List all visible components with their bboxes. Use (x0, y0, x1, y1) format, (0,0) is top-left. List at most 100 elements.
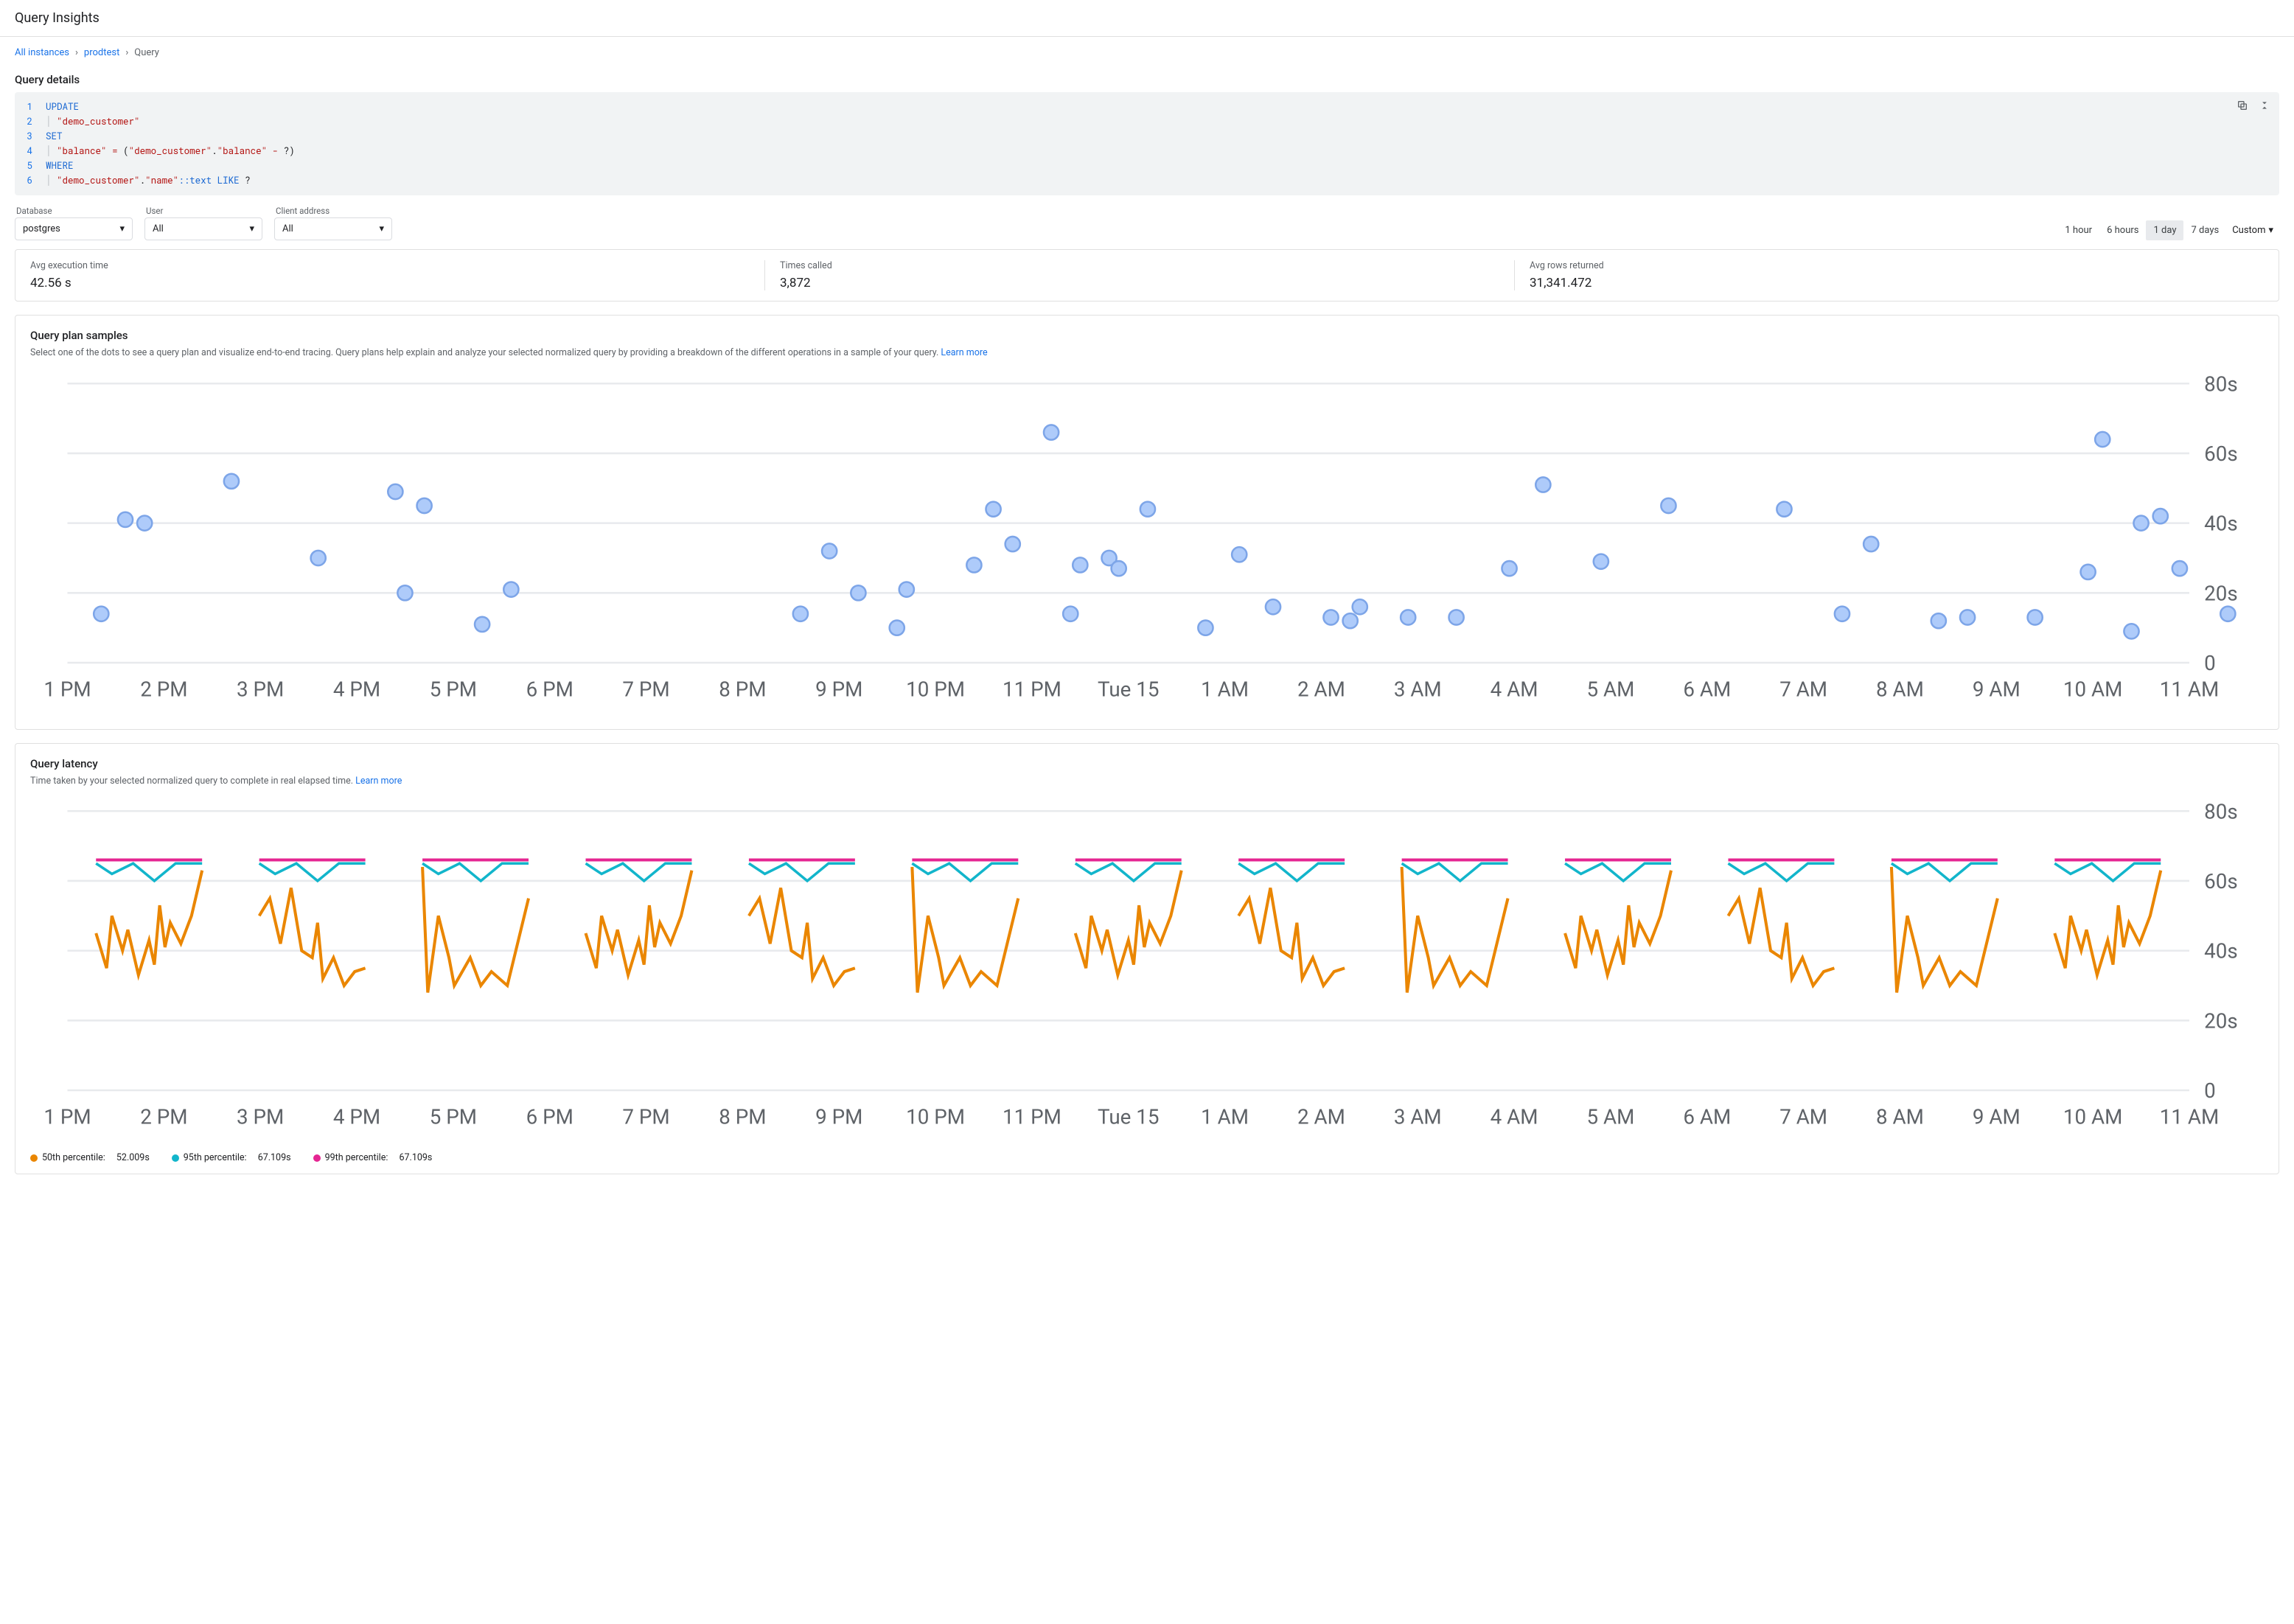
svg-text:8 PM: 8 PM (719, 677, 766, 701)
svg-text:8 PM: 8 PM (719, 1105, 766, 1129)
sample-point[interactable] (2153, 509, 2168, 523)
query-latency-card: Query latency Time taken by your selecte… (15, 743, 2279, 1175)
svg-text:10 PM: 10 PM (906, 1105, 965, 1129)
sample-point[interactable] (118, 512, 133, 527)
time-tab-1-hour[interactable]: 1 hour (2057, 220, 2099, 240)
samples-learn-more-link[interactable]: Learn more (941, 347, 987, 358)
sample-point[interactable] (1112, 561, 1126, 576)
time-tab-6-hours[interactable]: 6 hours (2099, 220, 2146, 240)
sample-point[interactable] (224, 473, 239, 488)
sample-point[interactable] (417, 498, 432, 513)
sample-point[interactable] (2220, 606, 2235, 621)
sample-point[interactable] (2133, 515, 2148, 530)
copy-icon[interactable] (2235, 98, 2250, 113)
sample-point[interactable] (1140, 501, 1155, 516)
sample-point[interactable] (503, 582, 518, 596)
sample-point[interactable] (1960, 610, 1975, 624)
svg-text:60s: 60s (2204, 442, 2238, 466)
user-select[interactable]: All▾ (144, 217, 262, 240)
svg-text:4 AM: 4 AM (1491, 1105, 1538, 1129)
svg-text:10 AM: 10 AM (2063, 1105, 2122, 1129)
sample-point[interactable] (1005, 537, 1020, 551)
sample-point[interactable] (1073, 557, 1087, 572)
sample-point[interactable] (311, 551, 326, 565)
sample-point[interactable] (890, 620, 904, 635)
svg-text:60s: 60s (2204, 869, 2238, 893)
svg-text:Tue 15: Tue 15 (1098, 677, 1159, 701)
latency-desc: Time taken by your selected normalized q… (30, 775, 2264, 789)
svg-text:11 PM: 11 PM (1003, 1105, 1061, 1129)
time-tab-custom[interactable]: Custom ▾ (2226, 220, 2279, 240)
client-select[interactable]: All▾ (274, 217, 392, 240)
sample-point[interactable] (1044, 425, 1059, 439)
sample-point[interactable] (1198, 620, 1213, 635)
sample-point[interactable] (1063, 606, 1078, 621)
sample-point[interactable] (1835, 606, 1850, 621)
svg-text:11 AM: 11 AM (2160, 1105, 2219, 1129)
samples-scatter-chart[interactable]: 020s40s60s80s1 PM2 PM3 PM4 PM5 PM6 PM7 P… (30, 365, 2264, 719)
sample-point[interactable] (2028, 610, 2043, 624)
sample-point[interactable] (1401, 610, 1415, 624)
sample-point[interactable] (1594, 554, 1608, 568)
time-tab-1-day[interactable]: 1 day (2146, 220, 2183, 240)
breadcrumb-instance[interactable]: prodtest (84, 47, 119, 58)
summary-stats: Avg execution time 42.56 s Times called … (15, 249, 2279, 302)
svg-text:6 PM: 6 PM (526, 677, 574, 701)
query-plan-samples-card: Query plan samples Select one of the dot… (15, 315, 2279, 730)
breadcrumb-all-instances[interactable]: All instances (15, 47, 69, 58)
sample-point[interactable] (1266, 599, 1280, 614)
svg-text:80s: 80s (2204, 372, 2238, 396)
samples-title: Query plan samples (30, 329, 2264, 342)
sample-point[interactable] (388, 484, 402, 499)
svg-text:5 AM: 5 AM (1587, 1105, 1635, 1129)
avg-rows-value: 31,341.472 (1530, 276, 2249, 290)
sample-point[interactable] (397, 585, 412, 600)
sample-point[interactable] (2124, 624, 2138, 638)
svg-text:40s: 40s (2204, 939, 2238, 963)
sample-point[interactable] (2095, 432, 2110, 447)
sample-point[interactable] (1931, 613, 1946, 628)
sample-point[interactable] (1864, 537, 1878, 551)
svg-text:6 AM: 6 AM (1683, 1105, 1731, 1129)
sample-point[interactable] (1449, 610, 1464, 624)
sample-point[interactable] (1777, 501, 1791, 516)
sql-code-block: 1UPDATE2│ "demo_customer"3SET4│ "balance… (15, 92, 2279, 195)
svg-text:3 PM: 3 PM (237, 677, 284, 701)
sample-point[interactable] (94, 606, 108, 621)
latency-line-chart[interactable]: 020s40s60s80s1 PM2 PM3 PM4 PM5 PM6 PM7 P… (30, 792, 2264, 1146)
times-called-value: 3,872 (780, 276, 1499, 290)
svg-text:9 AM: 9 AM (1973, 677, 2021, 701)
sample-point[interactable] (137, 515, 152, 530)
svg-text:7 PM: 7 PM (622, 1105, 669, 1129)
svg-text:7 AM: 7 AM (1779, 677, 1827, 701)
query-details-title: Query details (15, 63, 2279, 92)
sample-point[interactable] (1502, 561, 1516, 576)
svg-text:4 PM: 4 PM (333, 677, 380, 701)
sample-point[interactable] (899, 582, 914, 596)
sample-point[interactable] (1535, 477, 1550, 492)
database-select[interactable]: postgres▾ (15, 217, 133, 240)
latency-learn-more-link[interactable]: Learn more (355, 776, 402, 787)
sample-point[interactable] (793, 606, 808, 621)
time-tab-7-days[interactable]: 7 days (2183, 220, 2226, 240)
latency-title: Query latency (30, 757, 2264, 770)
client-label: Client address (274, 206, 392, 216)
svg-text:7 PM: 7 PM (622, 677, 669, 701)
sample-point[interactable] (851, 585, 865, 600)
sample-point[interactable] (966, 557, 981, 572)
svg-text:1 PM: 1 PM (43, 677, 91, 701)
sample-point[interactable] (986, 501, 1000, 516)
svg-text:9 PM: 9 PM (815, 677, 862, 701)
sample-point[interactable] (1232, 547, 1247, 562)
sample-point[interactable] (1323, 610, 1338, 624)
svg-text:9 PM: 9 PM (815, 1105, 862, 1129)
sample-point[interactable] (1353, 599, 1367, 614)
sample-point[interactable] (475, 617, 489, 632)
collapse-icon[interactable] (2257, 98, 2272, 113)
sample-point[interactable] (2081, 565, 2096, 579)
sample-point[interactable] (1343, 613, 1358, 628)
sample-point[interactable] (822, 543, 837, 558)
sample-point[interactable] (1661, 498, 1676, 513)
svg-text:2 PM: 2 PM (140, 677, 187, 701)
sample-point[interactable] (2172, 561, 2187, 576)
